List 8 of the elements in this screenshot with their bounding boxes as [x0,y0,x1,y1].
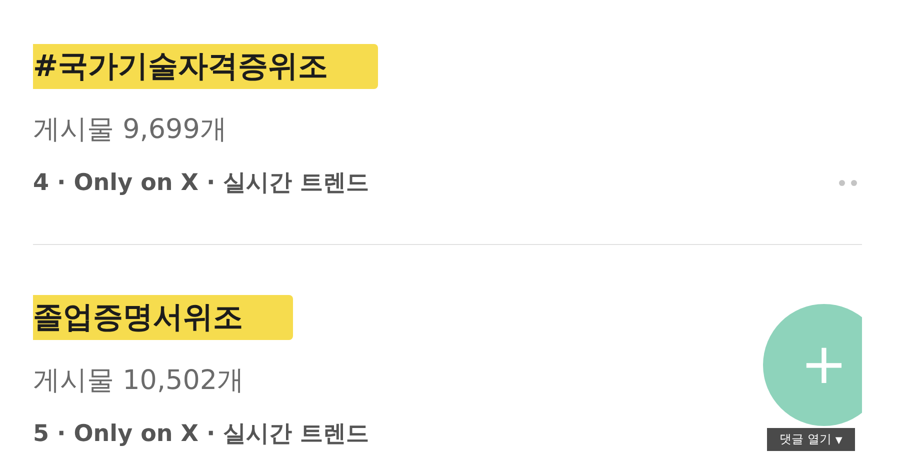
trend-title[interactable]: 졸업증명서위조 [33,294,293,340]
post-count: 게시물 9,699개 [33,113,227,147]
more-icon[interactable] [839,180,857,186]
open-comments-button[interactable]: 댓글 열기 ▼ [767,428,855,451]
trend-title[interactable]: #국가기술자격증위조 [33,44,378,88]
post-count: 게시물 10,502개 [33,364,244,398]
trend-meta: 5 · Only on X · 실시간 트렌드 [33,420,370,449]
trend-meta: 4 · Only on X · 실시간 트렌드 [33,169,370,198]
